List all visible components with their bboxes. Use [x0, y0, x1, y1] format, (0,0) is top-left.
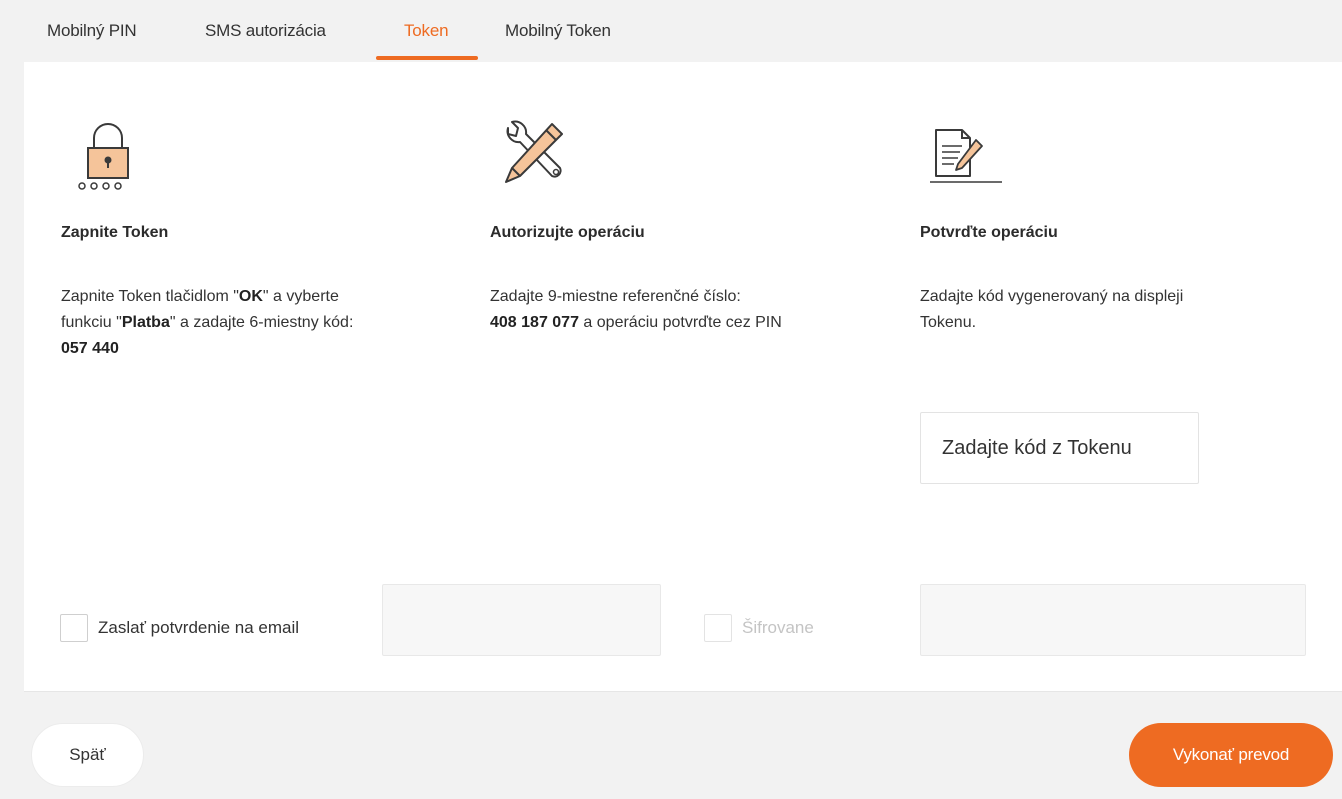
auth-method-tabs: Mobilný PIN SMS autorizácia Token Mobiln… [24, 0, 1342, 62]
step-2-description: Zadajte 9-miestne referenčné číslo: 408 … [490, 288, 782, 331]
email-confirmation-checkbox[interactable] [60, 614, 88, 642]
tab-mobile-token[interactable]: Mobilný Token [505, 0, 611, 62]
back-button[interactable]: Späť [31, 723, 144, 787]
email-address-input[interactable] [382, 584, 661, 656]
tab-token[interactable]: Token [404, 0, 449, 62]
tab-sms-authorization[interactable]: SMS autorizácia [205, 0, 326, 62]
email-confirmation-option[interactable]: Zaslať potvrdenie na email [60, 613, 299, 643]
step-3-title: Potvrďte operáciu [920, 224, 1058, 241]
encrypted-option[interactable]: Šifrovane [704, 613, 814, 643]
document-sign-icon [930, 126, 1006, 193]
padlock-icon [72, 122, 144, 197]
token-authorization-panel: Zapnite Token Zapnite Token tlačidlom "O… [24, 62, 1342, 692]
encrypted-password-input[interactable] [920, 584, 1306, 656]
encrypted-label: Šifrovane [742, 618, 814, 637]
execute-transfer-button[interactable]: Vykonať prevod [1129, 723, 1333, 787]
step-1-description: Zapnite Token tlačidlom "OK" a vyberte f… [61, 288, 354, 357]
encrypted-checkbox[interactable] [704, 614, 732, 642]
step-1-title: Zapnite Token [61, 224, 169, 241]
step-2-title: Autorizujte operáciu [490, 224, 645, 241]
email-confirmation-label: Zaslať potvrdenie na email [98, 618, 300, 637]
active-tab-indicator [376, 56, 478, 60]
step-3-description: Zadajte kód vygenerovaný na displeji Tok… [920, 288, 1184, 331]
tools-icon [494, 118, 574, 197]
token-code-input[interactable] [920, 412, 1199, 484]
tab-mobile-pin[interactable]: Mobilný PIN [47, 0, 137, 62]
